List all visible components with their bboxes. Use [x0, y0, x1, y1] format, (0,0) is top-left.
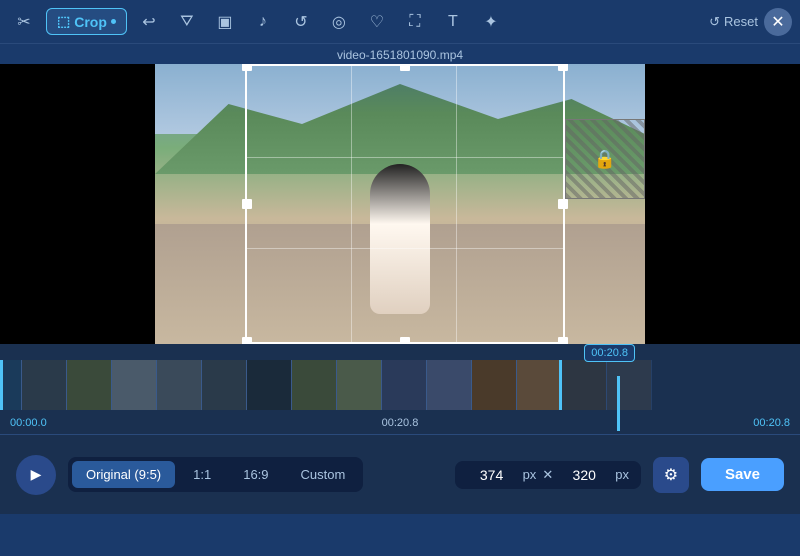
thumb-13	[517, 360, 562, 410]
close-button[interactable]: ✕	[764, 8, 792, 36]
thumb-7	[247, 360, 292, 410]
thumb-9	[337, 360, 382, 410]
ratio-16-9[interactable]: 16:9	[229, 461, 282, 488]
video-person	[370, 164, 430, 314]
bottom-bar: ▶ Original (9:5) 1:1 16:9 Custom 374 px …	[0, 434, 800, 514]
crop-label: Crop	[74, 14, 107, 30]
width-px-label: px	[523, 467, 537, 482]
undo-icon[interactable]: ↩	[133, 6, 165, 38]
text-icon[interactable]: T	[437, 6, 469, 38]
timeline-tooltip: 00:20.8	[584, 344, 635, 362]
settings-button[interactable]: ⚙	[653, 457, 689, 493]
height-input[interactable]: 320	[559, 467, 609, 483]
motion-icon[interactable]: ✦	[475, 6, 507, 38]
time-end: 00:20.8	[753, 417, 790, 429]
gear-icon: ⚙	[664, 465, 678, 485]
dimension-cross: ✕	[542, 467, 553, 483]
playhead[interactable]	[617, 376, 620, 431]
aspect-ratio-group: Original (9:5) 1:1 16:9 Custom	[68, 457, 363, 492]
locked-region: 🔒	[565, 119, 645, 199]
ratio-original[interactable]: Original (9:5)	[72, 461, 175, 488]
play-icon: ▶	[31, 466, 42, 483]
filename-text: video-1651801090.mp4	[337, 48, 463, 62]
reset-icon: ↺	[709, 14, 720, 30]
timeline-thumbs	[0, 360, 652, 415]
reset-button[interactable]: ↺ Reset	[709, 14, 758, 30]
thumb-12	[472, 360, 517, 410]
thumb-15	[607, 360, 652, 410]
thumb-2	[22, 360, 67, 410]
filename-bar: video-1651801090.mp4	[0, 44, 800, 64]
scissors-icon[interactable]: ✂	[8, 6, 40, 38]
video-black-left	[0, 64, 155, 344]
ratio-custom[interactable]: Custom	[287, 461, 360, 488]
overlay-icon[interactable]: ◎	[323, 6, 355, 38]
crop-icon: ⬚	[57, 13, 70, 30]
redo-icon[interactable]: ↺	[285, 6, 317, 38]
time-start: 00:00.0	[10, 417, 47, 429]
save-button[interactable]: Save	[701, 458, 784, 491]
thumb-3	[67, 360, 112, 410]
height-px-label: px	[615, 467, 629, 482]
save-label: Save	[725, 466, 760, 483]
video-content[interactable]: 🔒	[155, 64, 645, 344]
play-button[interactable]: ▶	[16, 455, 56, 495]
lock-icon: 🔒	[594, 149, 616, 170]
thumb-1	[0, 360, 22, 410]
px-input-area: 374 px ✕ 320 px	[455, 461, 641, 489]
reset-label: Reset	[724, 14, 758, 29]
crop-button[interactable]: ⬚ Crop	[46, 8, 127, 35]
crop-active-dot	[111, 19, 116, 24]
sticker-icon[interactable]: ♡	[361, 6, 393, 38]
video-black-right	[645, 64, 800, 344]
thumb-14	[562, 360, 607, 410]
timeline-area: 00:20.8 00:00.0 00:20.8 00:20.8	[0, 344, 800, 434]
thumb-8	[292, 360, 337, 410]
sound-icon[interactable]: ♪	[247, 6, 279, 38]
time-mid: 00:20.8	[382, 417, 419, 429]
close-icon: ✕	[771, 12, 784, 32]
thumb-4	[112, 360, 157, 410]
flip-icon[interactable]: ⛛	[171, 6, 203, 38]
toolbar: ✂ ⬚ Crop ↩ ⛛ ▣ ♪ ↺ ◎ ♡ ⛶ T ✦ ↺ Reset ✕	[0, 0, 800, 44]
expand-icon[interactable]: ⛶	[399, 6, 431, 38]
video-still	[155, 64, 645, 344]
ratio-1-1[interactable]: 1:1	[179, 461, 225, 488]
video-area: 🔒	[0, 64, 800, 344]
thumb-10	[382, 360, 427, 410]
thumb-6	[202, 360, 247, 410]
thumb-11	[427, 360, 472, 410]
width-input[interactable]: 374	[467, 467, 517, 483]
crop-frame-icon[interactable]: ▣	[209, 6, 241, 38]
thumb-5	[157, 360, 202, 410]
timeline-track[interactable]	[0, 360, 800, 415]
timeline-time-labels: 00:00.0 00:20.8 00:20.8	[0, 415, 800, 431]
